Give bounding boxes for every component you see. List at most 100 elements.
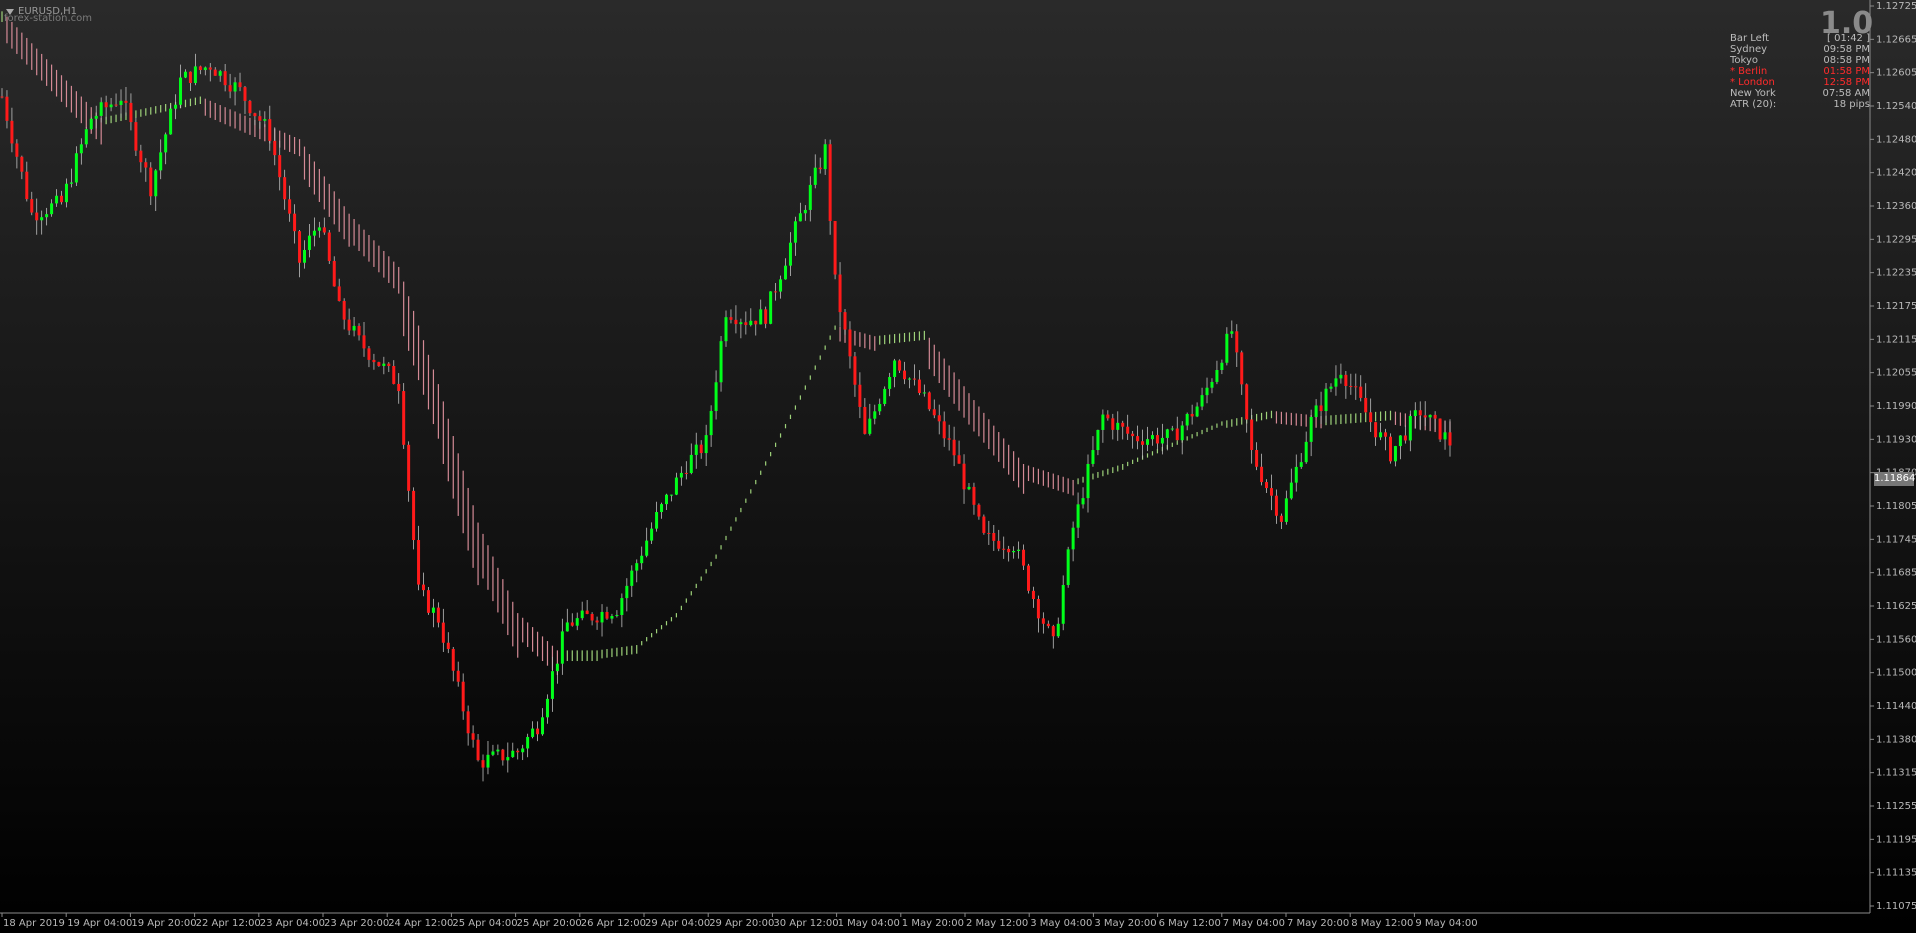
candle-body [967,486,971,490]
candle-body [1324,388,1328,412]
candle-body [1041,618,1045,624]
candle-body [883,388,887,404]
candle-body [1017,549,1021,551]
time-axis[interactable]: 18 Apr 2019 19 Apr 04:0019 Apr 20:0022 Ap… [1,913,1478,929]
candle-body [1012,550,1016,553]
candle-body [1433,414,1437,419]
candle-body [1334,378,1338,387]
candle-body [1175,428,1179,441]
candle-body [605,611,609,619]
candle-body [273,140,277,156]
candle-body [521,748,525,753]
price-tick-label: 1.11990 [1876,401,1916,412]
candle-body [268,119,272,141]
candle-body [74,153,78,183]
candle-body [1210,381,1214,388]
candle-body [1007,548,1011,553]
time-tick-label: 3 May 20:00 [1094,918,1156,929]
candle-body [1304,441,1308,463]
chart-window[interactable]: 1.12725 1.12665 1.12605 1.12540 1.12480 1.124… [0,0,1916,933]
candle-body [417,540,421,585]
candle-body [1265,482,1269,489]
candle-body [952,439,956,456]
price-tick-label: 1.12360 [1876,201,1916,212]
price-tick-label: 1.12605 [1876,68,1916,79]
candle-body [719,341,723,383]
time-tick-label: 1 May 20:00 [902,918,964,929]
candle-body [1364,397,1368,413]
time-tick-label: 6 May 12:00 [1159,918,1221,929]
candle-body [1136,436,1140,442]
price-tick-label: 1.11805 [1876,501,1916,512]
candle-body [1150,435,1154,440]
candle-body [183,71,187,78]
candle-body [1081,498,1085,505]
candle-body [798,213,802,222]
candle-body [863,406,867,434]
candle-body [922,392,926,394]
candle-body [397,383,401,392]
candle-body [545,698,549,718]
candle-body [1160,437,1164,444]
candle-body [684,472,688,474]
candle-body [491,751,495,755]
candle-body [451,648,455,671]
candle-body [689,454,693,473]
candle-body [1309,416,1313,442]
candle-body [327,232,331,261]
candle-body [585,610,589,614]
candle-body [1225,333,1229,363]
candle-body [179,77,183,105]
candle-body [1423,415,1427,418]
time-tick-label: 1 May 04:00 [838,918,900,929]
candle-body [15,143,19,157]
candle-body [476,739,480,761]
candle-body [1031,590,1035,600]
candle-body [1408,416,1412,441]
candle-body [104,102,108,108]
candle-body [655,512,659,529]
candle-body [278,155,282,178]
candle-body [35,212,39,221]
candle-body [55,195,59,204]
candle-body [302,249,306,263]
candle-body [144,162,148,168]
time-tick-label: 23 Apr 04:00 [260,918,325,929]
price-tick-label: 1.11745 [1876,534,1916,545]
candle-body [1393,446,1397,462]
price-tick-label: 1.11380 [1876,734,1916,745]
candle-body [580,610,584,619]
candle-body [471,733,475,740]
candle-body [813,167,817,185]
candle-body [590,613,594,621]
candle-body [1413,410,1417,417]
price-tick-label: 1.12665 [1876,34,1916,45]
candle-body [1269,488,1273,496]
time-tick-label: 25 Apr 04:00 [452,918,517,929]
candle-body [188,71,192,84]
candle-body [1398,435,1402,447]
candle-body [124,100,128,103]
price-chart[interactable]: 1.12725 1.12665 1.12605 1.12540 1.12480 1.124… [0,0,1916,933]
candle-body [1438,418,1442,440]
candle-body [1428,414,1432,418]
price-tick-label: 1.12540 [1876,101,1916,112]
panel-row-tokyo: Tokyo 08:58 PM [1730,55,1870,66]
candle-body [1096,429,1100,451]
candle-body [1200,395,1204,407]
price-tick-label: 1.11440 [1876,701,1916,712]
candle-body [307,235,311,250]
candle-body [1046,623,1050,627]
candle-body [496,749,500,752]
price-axis[interactable]: 1.12725 1.12665 1.12605 1.12540 1.12480 1.124… [1870,1,1916,912]
candle-body [992,532,996,541]
candle-body [337,286,341,301]
candle-body [793,221,797,243]
candle-body [64,183,68,203]
candle-body [808,184,812,210]
candle-body [1131,433,1135,437]
candle-body [347,319,351,331]
candle-body [526,736,530,749]
candle-body [164,134,168,153]
candle-body [1170,428,1174,430]
